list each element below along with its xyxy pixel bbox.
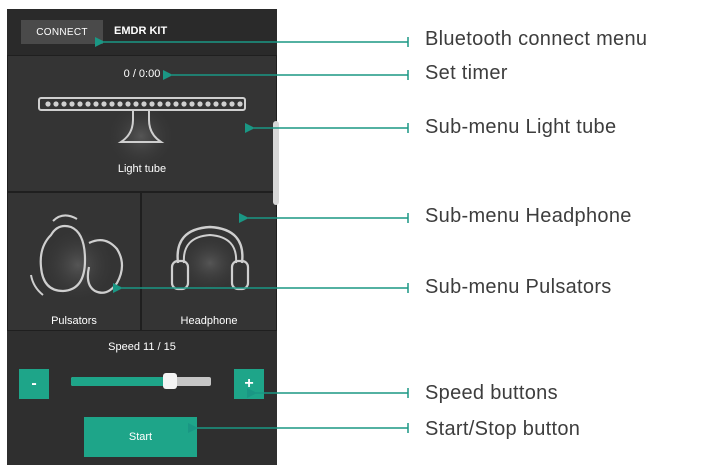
annotation-light-tube: Sub-menu Light tube xyxy=(425,116,617,138)
annotation-connect: Bluetooth connect menu xyxy=(425,28,648,50)
annotation-speed: Speed buttons xyxy=(425,382,558,404)
annotation-pulsators: Sub-menu Pulsators xyxy=(425,276,612,298)
annotation-timer: Set timer xyxy=(425,62,508,84)
annotation-start: Start/Stop button xyxy=(425,418,581,440)
annotation-arrows xyxy=(95,37,409,433)
annotation-headphone: Sub-menu Headphone xyxy=(425,205,632,227)
